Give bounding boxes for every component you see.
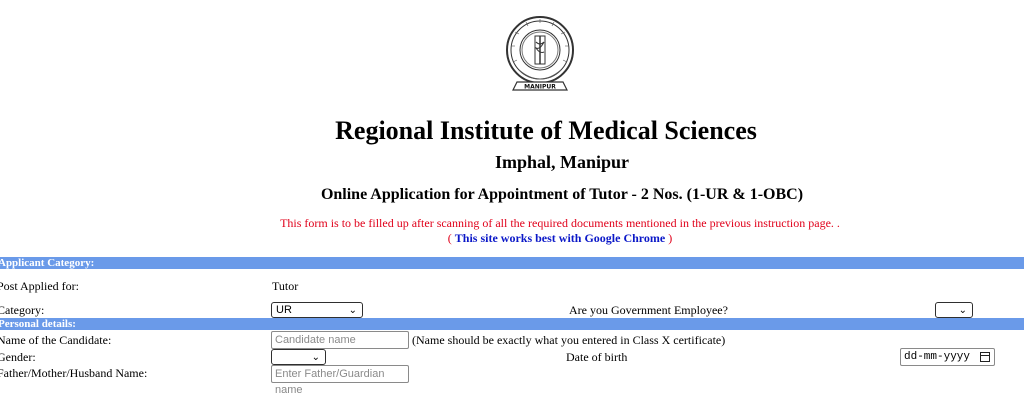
calendar-icon <box>980 352 990 362</box>
govt-employee-select[interactable]: ⌄ <box>935 302 973 318</box>
govt-employee-label: Are you Government Employee? <box>569 303 728 317</box>
category-select[interactable]: UR ⌄ <box>271 302 363 318</box>
candidate-name-note: (Name should be exactly what you entered… <box>412 333 726 347</box>
chevron-down-icon: ⌄ <box>348 305 357 316</box>
application-title: Online Application for Appointment of Tu… <box>320 186 804 203</box>
post-applied-label: Post Applied for: <box>0 279 80 293</box>
chevron-down-icon: ⌄ <box>311 352 320 363</box>
svg-text:MANIPUR: MANIPUR <box>524 84 556 91</box>
browser-notice-bold: This site works best with Google Chrome <box>454 231 666 245</box>
section-applicant-category: Applicant Category: <box>0 257 1024 269</box>
gender-label: Gender: <box>0 350 36 364</box>
section-personal-details: Personal details: <box>0 318 1024 330</box>
institute-logo: MANIPUR <box>505 8 575 112</box>
browser-notice: ( This site works best with Google Chrom… <box>447 231 673 245</box>
category-label: Category: <box>0 303 45 317</box>
gender-select[interactable]: ⌄ <box>271 349 326 365</box>
dob-label: Date of birth <box>566 350 628 364</box>
dob-date-input[interactable]: dd-mm-yyyy <box>900 348 995 366</box>
institute-name: Regional Institute of Medical Sciences <box>335 116 757 145</box>
post-applied-value: Tutor <box>272 279 299 293</box>
candidate-name-label: Name of the Candidate: <box>0 333 112 347</box>
candidate-name-input[interactable]: Candidate name <box>271 331 409 349</box>
chevron-down-icon: ⌄ <box>958 305 967 316</box>
institute-location: Imphal, Manipur <box>494 152 630 172</box>
father-name-label: Father/Mother/Husband Name: <box>0 366 148 380</box>
father-name-input[interactable]: Enter Father/Guardian name <box>271 365 409 396</box>
instruction-notice: This form is to be filled up after scann… <box>280 216 840 230</box>
